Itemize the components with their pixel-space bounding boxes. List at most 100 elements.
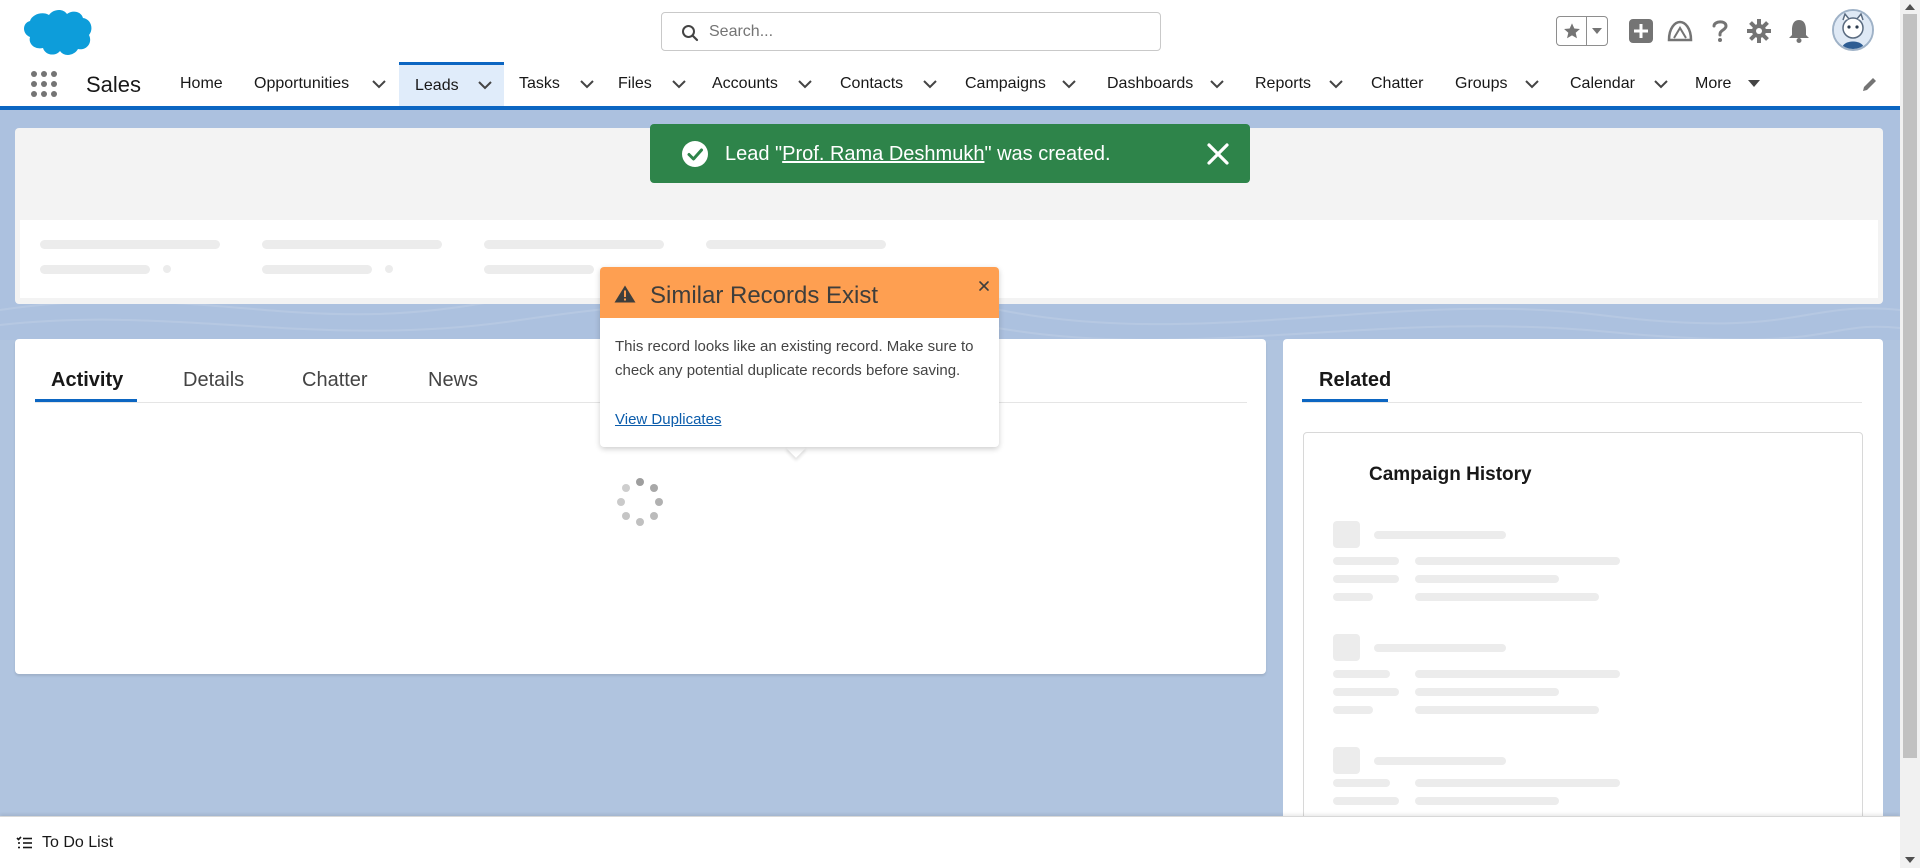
toast-record-link[interactable]: Prof. Rama Deshmukh	[782, 143, 984, 165]
nav-item-home[interactable]: Home	[180, 62, 223, 106]
skeleton-line	[1333, 670, 1390, 678]
nav-item-chatter[interactable]: Chatter	[1371, 62, 1423, 106]
chevron-down-icon[interactable]	[477, 81, 492, 90]
global-search-input[interactable]	[709, 13, 1149, 50]
skeleton-line	[1415, 593, 1599, 601]
close-icon[interactable]	[1205, 141, 1231, 167]
nav-item-label: Opportunities	[254, 75, 350, 92]
nav-item-groups[interactable]: Groups	[1455, 62, 1540, 106]
tab-details[interactable]: Details	[183, 369, 244, 392]
nav-item-more[interactable]: More	[1695, 62, 1761, 106]
app-navigation-bar: Sales Home Opportunities Leads Tasks Fil…	[0, 62, 1900, 110]
edit-nav-pencil-icon[interactable]	[1862, 76, 1878, 92]
tab-news[interactable]: News	[428, 369, 478, 392]
close-icon[interactable]	[977, 279, 991, 293]
nav-item-reports[interactable]: Reports	[1255, 62, 1343, 106]
chevron-down-icon[interactable]	[1654, 79, 1668, 89]
scroll-down-arrow-icon[interactable]	[1905, 856, 1915, 864]
skeleton-line	[1415, 797, 1559, 805]
skeleton-line	[1333, 779, 1390, 787]
help-icon[interactable]	[1707, 18, 1733, 44]
chevron-down-icon[interactable]	[372, 79, 386, 89]
warning-icon	[614, 285, 636, 303]
skeleton-line	[706, 240, 886, 249]
nav-item-tasks[interactable]: Tasks	[519, 62, 594, 106]
skeleton-line	[1415, 779, 1620, 787]
todo-list-button[interactable]: To Do List	[42, 834, 113, 852]
skeleton-avatar	[1333, 747, 1360, 774]
popover-title: Similar Records Exist	[650, 282, 879, 309]
setup-gear-icon[interactable]	[1746, 18, 1772, 44]
nav-item-label: Chatter	[1371, 75, 1424, 92]
chevron-down-icon[interactable]	[580, 79, 594, 89]
popover-message: This record looks like an existing recor…	[615, 338, 974, 379]
success-check-icon	[682, 141, 708, 167]
chevron-down-icon[interactable]	[672, 79, 686, 89]
chevron-down-icon[interactable]	[1062, 79, 1076, 89]
tab-activity[interactable]: Activity	[51, 369, 123, 392]
nav-item-label: Tasks	[519, 75, 560, 92]
skeleton-line	[1333, 797, 1399, 805]
skeleton-line	[484, 265, 594, 274]
skeleton-line	[1333, 706, 1373, 714]
global-actions-icon[interactable]	[1628, 18, 1654, 44]
favorites-dropdown-icon[interactable]	[1587, 17, 1607, 45]
scrollbar-thumb[interactable]	[1903, 14, 1917, 758]
nav-item-accounts[interactable]: Accounts	[712, 62, 812, 106]
nav-item-files[interactable]: Files	[618, 62, 686, 106]
chevron-down-icon[interactable]	[1329, 79, 1343, 89]
chevron-down-icon[interactable]	[798, 79, 812, 89]
tab-related[interactable]: Related	[1319, 369, 1391, 392]
triangle-down-icon[interactable]	[1748, 80, 1761, 88]
nav-item-calendar[interactable]: Calendar	[1570, 62, 1668, 106]
nav-item-opportunities[interactable]: Opportunities	[254, 62, 386, 106]
popover-header: Similar Records Exist	[600, 267, 999, 318]
search-icon	[682, 25, 699, 42]
related-card: Related Campaign History	[1283, 339, 1883, 816]
salesforce-logo[interactable]	[19, 7, 93, 57]
app-launcher-icon[interactable]	[30, 70, 58, 98]
skeleton-line	[1374, 757, 1506, 765]
global-search-box[interactable]	[661, 12, 1161, 51]
skeleton-line	[1374, 531, 1506, 539]
nav-item-dashboards[interactable]: Dashboards	[1107, 62, 1224, 106]
nav-item-leads[interactable]: Leads	[399, 62, 504, 106]
nav-item-label: Reports	[1255, 75, 1312, 92]
scroll-up-arrow-icon[interactable]	[1905, 3, 1915, 11]
skeleton-avatar	[1333, 634, 1360, 661]
skeleton-line	[484, 240, 664, 249]
skeleton-line	[40, 265, 150, 274]
global-header	[0, 0, 1900, 62]
page-scrollbar[interactable]	[1900, 0, 1920, 868]
view-duplicates-link[interactable]: View Duplicates	[615, 411, 721, 428]
skeleton-line	[1415, 688, 1559, 696]
campaign-history-card: Campaign History	[1303, 432, 1863, 816]
nav-item-label: More	[1695, 75, 1732, 92]
notifications-bell-icon[interactable]	[1786, 18, 1812, 44]
chevron-down-icon[interactable]	[1210, 79, 1224, 89]
skeleton-line	[1415, 706, 1599, 714]
chevron-down-icon[interactable]	[923, 79, 937, 89]
avatar[interactable]	[1832, 9, 1874, 51]
skeleton-dot	[163, 265, 171, 273]
record-page-area: Activity Details Chatter News Related Ca…	[0, 110, 1900, 816]
nav-item-campaigns[interactable]: Campaigns	[965, 62, 1076, 106]
loading-spinner-icon	[617, 478, 663, 526]
favorites-star-icon[interactable]	[1557, 17, 1588, 45]
skeleton-line	[1333, 557, 1399, 565]
nav-item-label: Dashboards	[1107, 75, 1194, 92]
trailhead-icon[interactable]	[1667, 18, 1693, 44]
nav-item-contacts[interactable]: Contacts	[840, 62, 937, 106]
skeleton-line	[1415, 670, 1620, 678]
success-toast: Lead "Prof. Rama Deshmukh" was created.	[650, 124, 1250, 183]
toast-message: Lead "Prof. Rama Deshmukh" was created.	[725, 143, 1111, 166]
skeleton-line	[1415, 557, 1620, 565]
tab-chatter[interactable]: Chatter	[302, 369, 368, 392]
nav-item-label: Contacts	[840, 75, 904, 92]
campaign-history-title[interactable]: Campaign History	[1369, 464, 1532, 486]
nav-item-label: Leads	[415, 76, 459, 94]
chevron-down-icon[interactable]	[1525, 79, 1540, 89]
active-tab-indicator	[35, 399, 137, 402]
nav-item-label: Home	[180, 75, 223, 92]
favorites-button-group	[1556, 16, 1608, 46]
